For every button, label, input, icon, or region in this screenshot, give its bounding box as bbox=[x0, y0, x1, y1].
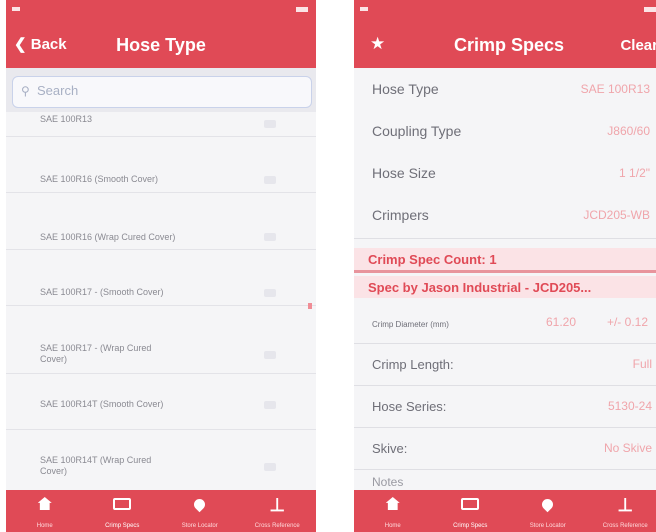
crimp-specs-screen: ★ Crimp Specs Clear Hose Type SAE 100R13… bbox=[354, 0, 656, 532]
tab-label: Home bbox=[36, 523, 53, 529]
list-item[interactable]: SAE 100R14T (Smooth Cover) bbox=[6, 373, 316, 430]
search-icon: ⚲ bbox=[21, 84, 30, 98]
clear-button[interactable]: Clear bbox=[620, 37, 656, 54]
crimp-diameter-value: 61.20 bbox=[545, 315, 576, 329]
tab-label: Crimp Specs bbox=[453, 523, 488, 529]
cross-reference-icon: ⊥ bbox=[617, 495, 634, 515]
crimp-diameter-row: Crimp Diameter (mm) 61.20 +/- 0.12 bbox=[354, 302, 656, 344]
hose-series-row: Hose Series: 5130-24 bbox=[354, 386, 656, 428]
field-label: Crimpers bbox=[372, 207, 429, 223]
field-label: Hose Type bbox=[372, 81, 439, 97]
tab-label: Store Locator bbox=[181, 523, 218, 529]
status-bar bbox=[6, 0, 316, 20]
row-indicator-icon bbox=[264, 463, 276, 471]
crimp-card-icon bbox=[84, 496, 162, 514]
coupling-type-row[interactable]: Coupling Type J860/60 › bbox=[354, 110, 656, 153]
tab-label: Crimp Specs bbox=[105, 523, 140, 529]
crimp-spec-count: Crimp Spec Count: 1 bbox=[368, 252, 497, 267]
row-indicator-icon bbox=[264, 176, 276, 184]
tab-home[interactable]: Home bbox=[6, 490, 84, 532]
crimp-spec-count-header: Crimp Spec Count: 1 bbox=[354, 248, 656, 270]
search-box[interactable]: ⚲ bbox=[12, 76, 312, 108]
list-item-label: SAE 100R16 (Wrap Cured Cover) bbox=[40, 232, 176, 242]
list-item-label: SAE 100R17 - (Wrap Cured Cover) bbox=[40, 343, 152, 364]
search-bar: ⚲ bbox=[6, 68, 316, 112]
page-title: Crimp Specs bbox=[453, 35, 565, 55]
list-item-label: SAE 100R14T (Smooth Cover) bbox=[40, 399, 164, 409]
search-input[interactable] bbox=[37, 83, 257, 98]
skive-row: Skive: No Skive bbox=[354, 428, 656, 470]
battery-icon bbox=[296, 7, 308, 12]
scroll-index-indicator[interactable] bbox=[308, 303, 312, 309]
list-item-label: SAE 100R16 (Smooth Cover) bbox=[40, 174, 159, 184]
detail-value: Full bbox=[632, 357, 652, 371]
section-divider bbox=[354, 270, 656, 273]
tab-crimp-specs[interactable]: Crimp Specs bbox=[432, 490, 510, 532]
list-item[interactable]: SAE 100R14T (Wrap Cured Cover) bbox=[6, 429, 316, 493]
crimpers-row[interactable]: Crimpers JCD205-WB › bbox=[354, 194, 656, 239]
location-pin-icon bbox=[161, 496, 239, 514]
nav-bar: ❮ Back Hose Type bbox=[6, 20, 316, 68]
field-value: SAE 100R13 bbox=[580, 82, 650, 96]
list-item-label: SAE 100R17 - (Smooth Cover) bbox=[40, 287, 164, 297]
tab-crimp-specs[interactable]: Crimp Specs bbox=[84, 490, 162, 532]
hose-type-screen: ❮ Back Hose Type ⚲ SAE 100R13 SAE 100R16… bbox=[6, 0, 316, 532]
crimp-card-icon bbox=[432, 496, 510, 514]
page-title: Hose Type bbox=[116, 35, 206, 55]
list-item[interactable]: SAE 100R16 (Wrap Cured Cover) bbox=[6, 192, 316, 250]
tab-bar: Home Crimp Specs Store Locator ⊥ Cross R… bbox=[354, 490, 656, 532]
hose-size-row[interactable]: Hose Size 1 1/2" › bbox=[354, 152, 656, 195]
detail-label: Skive: bbox=[372, 441, 408, 456]
list-item[interactable]: SAE 100R16 (Smooth Cover) bbox=[6, 136, 316, 193]
crimp-length-row: Crimp Length: Full bbox=[354, 344, 656, 386]
detail-label: Hose Series: bbox=[372, 399, 447, 414]
status-bar bbox=[354, 0, 656, 20]
row-indicator-icon bbox=[264, 233, 276, 241]
list-item[interactable]: SAE 100R17 - (Smooth Cover) bbox=[6, 249, 316, 306]
signal-icon bbox=[12, 7, 20, 11]
field-label: Coupling Type bbox=[372, 123, 462, 139]
list-item-label: SAE 100R13 bbox=[40, 114, 93, 124]
tab-label: Cross Reference bbox=[602, 523, 648, 529]
list-item[interactable]: SAE 100R13 bbox=[6, 112, 316, 137]
signal-icon bbox=[360, 7, 368, 11]
location-pin-icon bbox=[509, 496, 587, 514]
list-item-label: SAE 100R14T (Wrap Cured Cover) bbox=[40, 455, 152, 476]
tab-label: Home bbox=[384, 523, 401, 529]
detail-label: Crimp Length: bbox=[372, 357, 454, 372]
home-icon bbox=[6, 496, 84, 514]
row-indicator-icon bbox=[264, 351, 276, 359]
field-value: JCD205-WB bbox=[583, 208, 650, 222]
crimp-diameter-tolerance: +/- 0.12 bbox=[606, 315, 648, 329]
home-icon bbox=[354, 496, 432, 514]
tab-label: Store Locator bbox=[529, 523, 566, 529]
nav-bar: ★ Crimp Specs Clear bbox=[354, 20, 656, 68]
tab-bar: Home Crimp Specs Store Locator ⊥ Cross R… bbox=[6, 490, 316, 532]
tab-label: Cross Reference bbox=[254, 523, 300, 529]
detail-value: No Skive bbox=[603, 441, 652, 455]
list-item[interactable]: SAE 100R17 - (Wrap Cured Cover) bbox=[6, 305, 316, 374]
battery-icon bbox=[644, 7, 656, 12]
detail-label: Crimp Diameter (mm) bbox=[372, 320, 449, 329]
row-indicator-icon bbox=[264, 289, 276, 297]
tab-store-locator[interactable]: Store Locator bbox=[509, 490, 587, 532]
row-indicator-icon bbox=[264, 401, 276, 409]
field-value: 1 1/2" bbox=[619, 166, 650, 180]
tab-store-locator[interactable]: Store Locator bbox=[161, 490, 239, 532]
field-label: Hose Size bbox=[372, 165, 436, 181]
spec-header-text: Spec by Jason Industrial - JCD205... bbox=[368, 280, 592, 295]
tab-cross-reference[interactable]: ⊥ Cross Reference bbox=[239, 490, 317, 532]
detail-value: 5130-24 bbox=[607, 399, 652, 413]
field-value: J860/60 bbox=[607, 124, 650, 138]
tab-cross-reference[interactable]: ⊥ Cross Reference bbox=[587, 490, 656, 532]
cross-reference-icon: ⊥ bbox=[269, 495, 286, 515]
hose-type-row[interactable]: Hose Type SAE 100R13 › bbox=[354, 68, 656, 111]
spec-header[interactable]: Spec by Jason Industrial - JCD205... bbox=[354, 276, 656, 298]
tab-home[interactable]: Home bbox=[354, 490, 432, 532]
row-indicator-icon bbox=[264, 120, 276, 128]
notes-label: Notes bbox=[372, 475, 404, 489]
